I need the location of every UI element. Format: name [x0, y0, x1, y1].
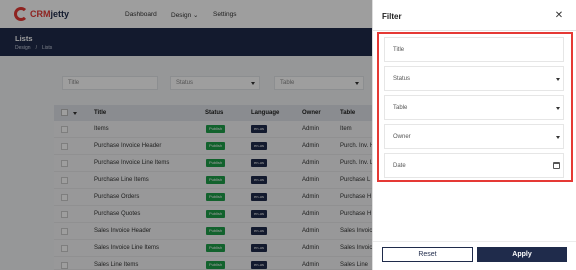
filter-panel-title: Filter [382, 12, 402, 21]
date-filter-field[interactable]: Date [384, 153, 564, 178]
caret-down-icon [556, 136, 560, 139]
title-filter-field[interactable]: Title [384, 37, 564, 62]
calendar-icon[interactable] [553, 162, 560, 169]
table-filter-placeholder: Table [393, 105, 408, 111]
title-filter-placeholder: Title [393, 47, 405, 53]
close-icon[interactable]: ✕ [553, 10, 565, 22]
caret-down-icon [556, 107, 560, 110]
status-filter-placeholder: Status [393, 76, 411, 82]
divider [373, 241, 576, 242]
reset-button[interactable]: Reset [382, 247, 473, 262]
filter-fields-highlight: Title Status Table Owner Date [377, 32, 573, 182]
filter-panel: Filter ✕ Title Status Table Owner Date R… [372, 0, 576, 270]
status-filter-field[interactable]: Status [384, 66, 564, 91]
date-filter-placeholder: Date [393, 163, 406, 169]
owner-filter-field[interactable]: Owner [384, 124, 564, 149]
owner-filter-placeholder: Owner [393, 134, 411, 140]
divider [373, 30, 576, 31]
table-filter-field[interactable]: Table [384, 95, 564, 120]
modal-backdrop[interactable] [0, 0, 372, 270]
apply-button[interactable]: Apply [477, 247, 567, 262]
caret-down-icon [556, 78, 560, 81]
